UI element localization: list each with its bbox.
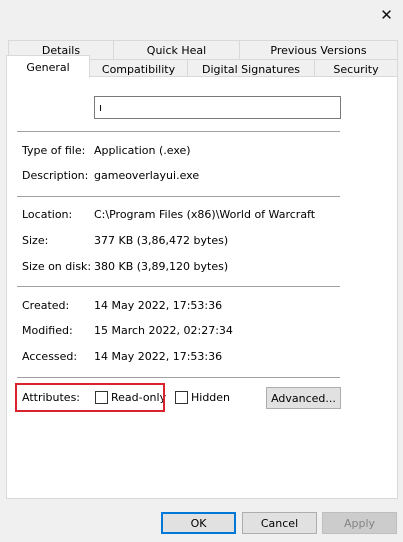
description-label: Description: — [22, 169, 89, 182]
ok-button[interactable]: OK — [161, 512, 236, 534]
attributes-highlight-box — [15, 383, 165, 412]
cancel-button[interactable]: Cancel — [242, 512, 317, 534]
modified-value: 15 March 2022, 02:27:34 — [94, 324, 233, 337]
close-button[interactable]: ✕ — [370, 0, 403, 30]
created-label: Created: — [22, 299, 70, 312]
separator — [17, 196, 340, 197]
size-value: 377 KB (3,86,472 bytes) — [94, 234, 229, 247]
advanced-button[interactable]: Advanced... — [266, 387, 341, 409]
separator — [17, 286, 340, 287]
hidden-label: Hidden — [191, 391, 231, 404]
properties-dialog: ✕ Details Quick Heal Previous Versions C… — [0, 0, 403, 542]
size-on-disk-label: Size on disk: — [22, 260, 92, 273]
separator — [17, 131, 340, 132]
location-label: Location: — [22, 208, 73, 221]
created-value: 14 May 2022, 17:53:36 — [94, 299, 223, 312]
location-value: C:\Program Files (x86)\World of Warcraft — [94, 208, 316, 221]
close-icon: ✕ — [380, 6, 393, 24]
accessed-label: Accessed: — [22, 350, 78, 363]
tab-previous-versions[interactable]: Previous Versions — [239, 40, 398, 59]
modified-label: Modified: — [22, 324, 73, 337]
separator — [17, 377, 340, 378]
size-label: Size: — [22, 234, 49, 247]
description-value: gameoverlayui.exe — [94, 169, 200, 182]
type-of-file-label: Type of file: — [22, 144, 86, 157]
size-on-disk-value: 380 KB (3,89,120 bytes) — [94, 260, 229, 273]
apply-button[interactable]: Apply — [322, 512, 397, 534]
general-tab-panel — [6, 76, 398, 499]
hidden-checkbox[interactable] — [175, 391, 188, 404]
file-name-input[interactable] — [94, 96, 341, 119]
tab-quick-heal[interactable]: Quick Heal — [113, 40, 240, 59]
tab-general[interactable]: General — [6, 55, 90, 78]
type-of-file-value: Application (.exe) — [94, 144, 191, 157]
accessed-value: 14 May 2022, 17:53:36 — [94, 350, 223, 363]
